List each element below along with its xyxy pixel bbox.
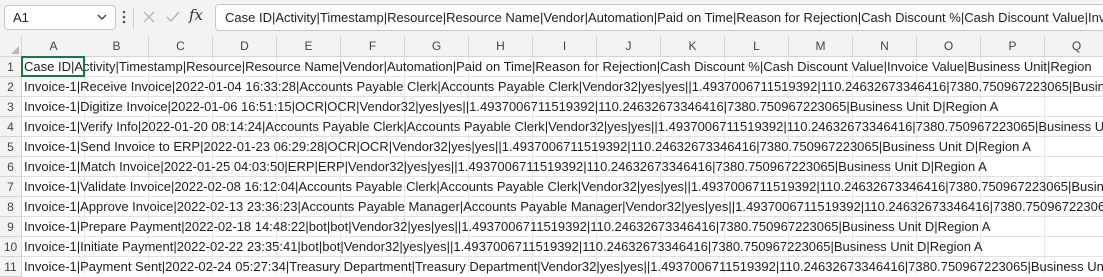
cell-a8[interactable]: Invoice-1|Approve Invoice|2022-02-13 23:… [24,199,1103,214]
cell-grid[interactable]: Case ID|Activity|Timestamp|Resource|Reso… [22,57,1103,274]
table-row: Invoice-1|Digitize Invoice|2022-01-06 16… [22,97,1103,117]
enter-check-icon[interactable] [164,8,182,26]
column-header-j[interactable]: J [597,36,661,57]
column-header-l[interactable]: L [725,36,789,57]
column-header-f[interactable]: F [341,36,405,57]
table-row: Invoice-1|Send Invoice to ERP|2022-01-23… [22,137,1103,157]
name-box[interactable]: A1 [4,5,116,30]
cell-a6[interactable]: Invoice-1|Match Invoice|2022-01-25 04:03… [24,159,987,174]
column-header-k[interactable]: K [661,36,725,57]
row-header-1[interactable]: 1 [0,57,22,77]
column-header-g[interactable]: G [405,36,469,57]
table-row: Invoice-1|Initiate Payment|2022-02-22 23… [22,237,1103,257]
row-header-6[interactable]: 6 [0,157,22,177]
table-row: Invoice-1|Validate Invoice|2022-02-08 16… [22,177,1103,197]
cancel-icon[interactable] [140,8,158,26]
name-box-value: A1 [13,10,29,25]
formula-bar-divider [133,7,134,29]
table-row: Case ID|Activity|Timestamp|Resource|Reso… [22,57,1103,77]
column-header-h[interactable]: H [469,36,533,57]
cell-a4[interactable]: Invoice-1|Verify Info|2022-01-20 08:14:2… [24,119,1103,134]
formula-text: Case ID|Activity|Timestamp|Resource|Reso… [225,10,1103,25]
row-header-5[interactable]: 5 [0,137,22,157]
row-header-10[interactable]: 10 [0,237,22,257]
cell-a3[interactable]: Invoice-1|Digitize Invoice|2022-01-06 16… [24,99,998,114]
table-row: Invoice-1|Receive Invoice|2022-01-04 16:… [22,77,1103,97]
row-header-11[interactable]: 11 [0,257,22,277]
cell-a9[interactable]: Invoice-1|Prepare Payment|2022-02-18 14:… [24,219,990,234]
table-row: Invoice-1|Prepare Payment|2022-02-18 14:… [22,217,1103,237]
column-header-d[interactable]: D [213,36,277,57]
column-header-o[interactable]: O [917,36,981,57]
cell-a11[interactable]: Invoice-1|Payment Sent|2022-02-24 05:27:… [24,259,1103,274]
table-row: Invoice-1|Payment Sent|2022-02-24 05:27:… [22,257,1103,274]
row-header-3[interactable]: 3 [0,97,22,117]
select-all-triangle-icon [11,46,19,54]
column-header-q[interactable]: Q [1045,36,1103,57]
formula-bar: A1 fx Case ID|Activity|Timestamp|Resourc… [0,0,1103,36]
row-header-2[interactable]: 2 [0,77,22,97]
cell-a1[interactable]: Case ID|Activity|Timestamp|Resource|Reso… [24,59,1092,74]
column-header-e[interactable]: E [277,36,341,57]
cell-a5[interactable]: Invoice-1|Send Invoice to ERP|2022-01-23… [24,139,1031,154]
row-header-9[interactable]: 9 [0,217,22,237]
table-row: Invoice-1|Approve Invoice|2022-02-13 23:… [22,197,1103,217]
insert-function-icon[interactable]: fx [189,6,203,24]
column-header-b[interactable]: B [85,36,149,57]
row-header-7[interactable]: 7 [0,177,22,197]
select-all-corner[interactable] [0,36,22,57]
column-header-m[interactable]: M [789,36,853,57]
row-header-4[interactable]: 4 [0,117,22,137]
chevron-down-icon[interactable] [95,10,109,24]
table-row: Invoice-1|Verify Info|2022-01-20 08:14:2… [22,117,1103,137]
table-row: Invoice-1|Match Invoice|2022-01-25 04:03… [22,157,1103,177]
row-header-8[interactable]: 8 [0,197,22,217]
cell-a2[interactable]: Invoice-1|Receive Invoice|2022-01-04 16:… [24,79,1103,94]
cell-a10[interactable]: Invoice-1|Initiate Payment|2022-02-22 23… [24,239,983,254]
cell-a7[interactable]: Invoice-1|Validate Invoice|2022-02-08 16… [24,179,1103,194]
column-header-p[interactable]: P [981,36,1045,57]
column-header-i[interactable]: I [533,36,597,57]
column-header-n[interactable]: N [853,36,917,57]
more-options-icon[interactable] [120,8,128,26]
column-header-a[interactable]: A [22,36,86,57]
formula-input[interactable]: Case ID|Activity|Timestamp|Resource|Reso… [215,4,1103,31]
column-header-c[interactable]: C [149,36,213,57]
